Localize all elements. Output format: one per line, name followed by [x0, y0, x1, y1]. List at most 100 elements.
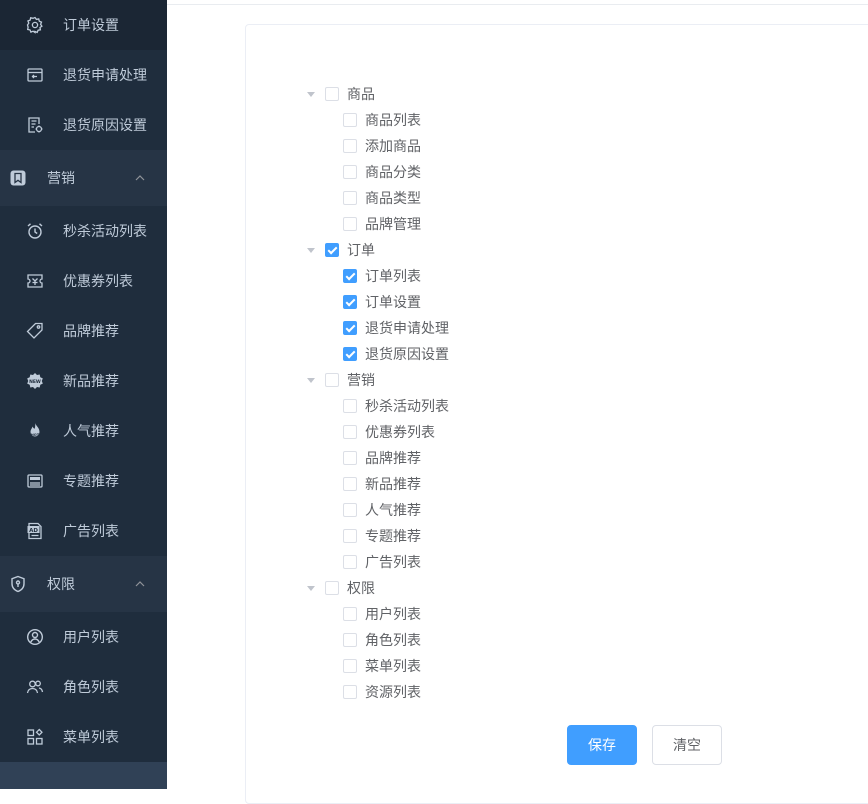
- tree-checkbox[interactable]: [325, 87, 339, 101]
- tree-node-label: 菜单列表: [365, 659, 421, 675]
- sidebar-item-coupon[interactable]: 优惠券列表: [0, 256, 167, 306]
- tree-node-label: 资源列表: [365, 685, 421, 701]
- sidebar-group-permission[interactable]: 权限: [0, 556, 167, 612]
- tree-node-child[interactable]: 秒杀活动列表: [307, 393, 449, 419]
- tree-node-child[interactable]: 订单设置: [307, 289, 449, 315]
- tree-node-child[interactable]: 订单列表: [307, 263, 449, 289]
- tree-checkbox[interactable]: [343, 451, 357, 465]
- tree-node-child[interactable]: 添加商品: [307, 133, 449, 159]
- new-badge-icon: NEW: [25, 371, 45, 391]
- tree-node-child[interactable]: 新品推荐: [307, 471, 449, 497]
- tree-checkbox[interactable]: [343, 685, 357, 699]
- chevron-up-icon: [135, 175, 145, 181]
- tree-checkbox[interactable]: [343, 191, 357, 205]
- permission-tree: 商品商品列表添加商品商品分类商品类型 品牌管理订单订单列表 订单设置 退货申请处理 退货…: [307, 81, 449, 705]
- tree-node-child[interactable]: 商品分类: [307, 159, 449, 185]
- tree-node[interactable]: 权限: [307, 575, 449, 601]
- tree-node-label: 添加商品: [365, 139, 421, 155]
- tree-node-child[interactable]: 退货申请处理: [307, 315, 449, 341]
- tree-node-child[interactable]: 品牌推荐: [307, 445, 449, 471]
- ticket-icon: [25, 271, 45, 291]
- header-divider: [167, 4, 868, 5]
- sidebar-item-hot-recommend[interactable]: HOT 人气推荐: [0, 406, 167, 456]
- tree-node-child[interactable]: 人气推荐: [307, 497, 449, 523]
- tree-checkbox[interactable]: [343, 477, 357, 491]
- sidebar-item-label: 专题推荐: [63, 474, 119, 490]
- expand-caret-icon[interactable]: [307, 81, 315, 107]
- ad-icon: AD: [25, 521, 45, 541]
- expand-caret-icon[interactable]: [307, 237, 315, 263]
- grid-menu-icon: [25, 727, 45, 747]
- tree-checkbox[interactable]: [343, 399, 357, 413]
- tree-node-child[interactable]: 商品类型: [307, 185, 449, 211]
- tree-node-child[interactable]: 广告列表: [307, 549, 449, 575]
- tree-checkbox[interactable]: [343, 607, 357, 621]
- sidebar-group-label: 营销: [47, 171, 75, 187]
- tree-node[interactable]: 订单: [307, 237, 449, 263]
- expand-caret-icon[interactable]: [307, 367, 315, 393]
- chevron-up-icon: [135, 581, 145, 587]
- tree-checkbox[interactable]: [325, 243, 339, 257]
- sidebar-item-user-list[interactable]: 用户列表: [0, 612, 167, 662]
- tree-checkbox[interactable]: [343, 269, 357, 283]
- tree-checkbox[interactable]: [343, 321, 357, 335]
- sidebar-item-label: 角色列表: [63, 680, 119, 696]
- tree-checkbox[interactable]: [343, 165, 357, 179]
- sidebar-group-label: 权限: [47, 577, 75, 593]
- save-button[interactable]: 保存: [567, 725, 637, 765]
- tree-checkbox[interactable]: [343, 347, 357, 361]
- tree-node[interactable]: 商品: [307, 81, 449, 107]
- tree-checkbox[interactable]: [343, 113, 357, 127]
- tree-node-label: 订单: [347, 243, 375, 259]
- tree-node-label: 商品: [347, 87, 375, 103]
- tree-node-child[interactable]: 退货原因设置: [307, 341, 449, 367]
- flame-icon: HOT: [25, 421, 45, 441]
- tree-node-child[interactable]: 优惠券列表: [307, 419, 449, 445]
- sidebar-item-order-settings[interactable]: 订单设置: [0, 0, 167, 50]
- tree-checkbox[interactable]: [343, 295, 357, 309]
- tree-node-label: 商品分类: [365, 165, 421, 181]
- sidebar-group-marketing[interactable]: 营销: [0, 150, 167, 206]
- clear-button[interactable]: 清空: [652, 725, 722, 765]
- sidebar-item-label: 新品推荐: [63, 374, 119, 390]
- tree-node-child[interactable]: 资源列表: [307, 679, 449, 705]
- tree-checkbox[interactable]: [343, 425, 357, 439]
- svg-text:AD: AD: [29, 528, 38, 534]
- tree-checkbox[interactable]: [325, 581, 339, 595]
- tree-checkbox[interactable]: [343, 659, 357, 673]
- sidebar-item-label: 品牌推荐: [63, 324, 119, 340]
- tag-icon: [25, 321, 45, 341]
- expand-caret-icon[interactable]: [307, 575, 315, 601]
- bookmark-icon: [8, 168, 28, 188]
- sidebar-item-topic-recommend[interactable]: 专题推荐: [0, 456, 167, 506]
- sidebar-item-brand-recommend[interactable]: 品牌推荐: [0, 306, 167, 356]
- sidebar-item-return-apply[interactable]: 退货申请处理: [0, 50, 167, 100]
- sidebar-item-seckill[interactable]: 秒杀活动列表: [0, 206, 167, 256]
- tree-checkbox[interactable]: [325, 373, 339, 387]
- svg-text:NEW: NEW: [29, 379, 41, 385]
- tree-checkbox[interactable]: [343, 529, 357, 543]
- tree-checkbox[interactable]: [343, 633, 357, 647]
- sidebar-item-label: 优惠券列表: [63, 274, 133, 290]
- sidebar-item-role-list[interactable]: 角色列表: [0, 662, 167, 712]
- sidebar-item-new-recommend[interactable]: NEW 新品推荐: [0, 356, 167, 406]
- tree-node-label: 品牌推荐: [365, 451, 421, 467]
- tree-node-child[interactable]: 品牌管理: [307, 211, 449, 237]
- tree-node-child[interactable]: 用户列表: [307, 601, 449, 627]
- sidebar-item-return-reason[interactable]: 退货原因设置: [0, 100, 167, 150]
- document-settings-icon: [25, 115, 45, 135]
- tree-checkbox[interactable]: [343, 139, 357, 153]
- shield-icon: [8, 574, 28, 594]
- tree-node[interactable]: 营销: [307, 367, 449, 393]
- sidebar-item-menu-list[interactable]: 菜单列表: [0, 712, 167, 762]
- sidebar-item-label: 广告列表: [63, 524, 119, 540]
- tree-node-child[interactable]: 商品列表: [307, 107, 449, 133]
- tree-checkbox[interactable]: [343, 503, 357, 517]
- tree-node-child[interactable]: 专题推荐: [307, 523, 449, 549]
- tree-node-label: 营销: [347, 373, 375, 389]
- tree-checkbox[interactable]: [343, 217, 357, 231]
- tree-node-child[interactable]: 菜单列表: [307, 653, 449, 679]
- tree-node-child[interactable]: 角色列表: [307, 627, 449, 653]
- tree-checkbox[interactable]: [343, 555, 357, 569]
- sidebar-item-ad-list[interactable]: AD 广告列表: [0, 506, 167, 556]
